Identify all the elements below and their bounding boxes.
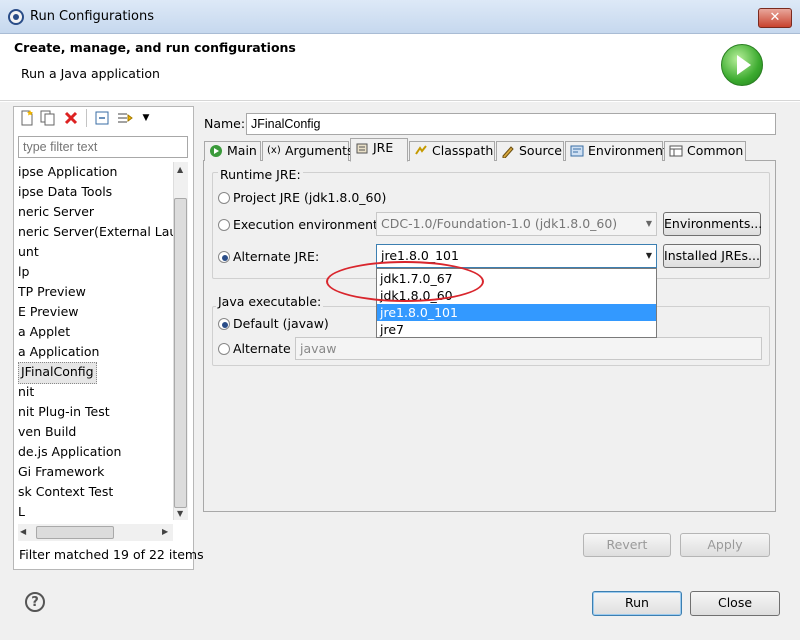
tab-label: Source (519, 143, 562, 158)
alternate-executable-field[interactable]: javaw (295, 337, 762, 360)
config-type-item[interactable]: nit (18, 382, 34, 402)
name-label: Name: (204, 116, 246, 131)
config-type-item[interactable]: sk Context Test (18, 482, 113, 502)
scroll-up-icon[interactable]: ▲ (177, 165, 183, 174)
config-type-item[interactable]: JFinalConfig (18, 362, 97, 384)
config-type-item[interactable]: neric Server(External Launc (18, 222, 173, 242)
config-type-item[interactable]: L (18, 502, 25, 519)
config-type-item[interactable]: de.js Application (18, 442, 121, 462)
vertical-scroll-thumb[interactable] (174, 198, 187, 508)
tab-common[interactable]: Common (664, 141, 746, 161)
eclipse-icon (8, 9, 24, 25)
window-title: Run Configurations (30, 9, 154, 24)
runtime-jre-group-label: Runtime JRE: (218, 167, 303, 182)
tab-label: Main (227, 143, 257, 158)
tab-arguments[interactable]: (x) Arguments (262, 141, 354, 161)
environment-tab-icon (570, 144, 584, 158)
alternate-jre-radio[interactable] (218, 251, 230, 263)
run-button[interactable]: Run (592, 591, 682, 616)
common-tab-icon (669, 144, 683, 158)
alternate-executable-radio[interactable] (218, 343, 230, 355)
source-tab-icon (501, 144, 515, 159)
duplicate-icon[interactable] (40, 110, 56, 126)
scroll-right-icon[interactable]: ▶ (162, 527, 168, 536)
filter-input[interactable] (18, 136, 188, 158)
tab-label: Environment (588, 143, 668, 158)
scroll-down-icon[interactable]: ▼ (177, 509, 183, 518)
execution-environment-select[interactable]: CDC-1.0/Foundation-1.0 (jdk1.8.0_60) ▼ (376, 212, 657, 236)
toolbar-separator (86, 109, 87, 127)
config-type-item[interactable]: Gi Framework (18, 462, 104, 482)
horizontal-scroll-thumb[interactable] (36, 526, 114, 539)
execution-environment-label: Execution environment: (233, 217, 383, 232)
config-type-item[interactable]: a Applet (18, 322, 70, 342)
default-javaw-label: Default (javaw) (233, 316, 329, 331)
config-type-item[interactable]: unt (18, 242, 39, 262)
window-close-button[interactable]: ✕ (758, 8, 792, 28)
revert-button[interactable]: Revert (583, 533, 671, 557)
config-type-item[interactable]: nit Plug-in Test (18, 402, 110, 422)
new-config-icon[interactable] (19, 110, 35, 126)
config-type-item[interactable]: a Application (18, 342, 99, 362)
scroll-left-icon[interactable]: ◀ (20, 527, 26, 536)
jre-option[interactable]: jre1.8.0_101 (377, 304, 656, 321)
annotation-ellipse (326, 261, 484, 302)
tab-label: JRE (373, 140, 394, 155)
tab-source[interactable]: Source (496, 141, 564, 161)
classpath-tab-icon (414, 144, 428, 158)
java-executable-group-label: Java executable: (216, 294, 324, 309)
default-javaw-radio[interactable] (218, 318, 230, 330)
config-type-list: ipse Application ipse Data Tools neric Ser… (18, 162, 173, 519)
chevron-down-icon: ▼ (645, 219, 652, 228)
close-button[interactable]: Close (690, 591, 780, 616)
help-icon[interactable]: ? (25, 592, 45, 612)
config-type-item[interactable]: ipse Data Tools (18, 182, 112, 202)
tab-environment[interactable]: Environment (565, 141, 668, 161)
config-type-item[interactable]: TP Preview (18, 282, 86, 302)
header-subtitle: Run a Java application (21, 66, 160, 81)
config-type-item[interactable]: E Preview (18, 302, 79, 322)
delete-icon[interactable] (63, 110, 79, 126)
alternate-jre-label: Alternate JRE: (233, 249, 320, 264)
config-type-item[interactable]: lp (18, 262, 29, 282)
installed-jres-button[interactable]: Installed JREs... (663, 244, 761, 268)
main-tab-icon (209, 144, 223, 158)
view-menu-icon[interactable]: ▼ (138, 110, 154, 126)
filter-status: Filter matched 19 of 22 items (19, 547, 204, 562)
name-field[interactable] (246, 113, 776, 135)
tab-label: Common (687, 143, 744, 158)
header-title: Create, manage, and run configurations (14, 40, 296, 55)
environments-button[interactable]: Environments... (663, 212, 762, 236)
run-play-icon (721, 44, 763, 86)
alternate-executable-label: Alternate (233, 341, 291, 356)
jre-tab-icon (355, 141, 369, 155)
chevron-down-icon: ▼ (645, 251, 652, 260)
project-jre-label: Project JRE (jdk1.8.0_60) (233, 190, 387, 205)
execution-environment-value: CDC-1.0/Foundation-1.0 (jdk1.8.0_60) (381, 216, 618, 231)
arguments-tab-icon: (x) (267, 145, 281, 156)
tab-classpath[interactable]: Classpath (409, 141, 495, 161)
apply-button[interactable]: Apply (680, 533, 770, 557)
config-type-item[interactable]: neric Server (18, 202, 94, 222)
tab-label: Arguments (285, 143, 354, 158)
project-jre-radio[interactable] (218, 192, 230, 204)
tab-label: Classpath (432, 143, 494, 158)
execution-environment-radio[interactable] (218, 219, 230, 231)
jre-option[interactable]: jre7 (377, 321, 656, 338)
tab-jre[interactable]: JRE (350, 138, 408, 162)
collapse-all-icon[interactable] (94, 110, 110, 126)
config-type-item[interactable]: ven Build (18, 422, 76, 442)
config-type-item[interactable]: ipse Application (18, 162, 117, 182)
tab-main[interactable]: Main (204, 141, 261, 161)
filter-icon[interactable] (117, 110, 133, 126)
